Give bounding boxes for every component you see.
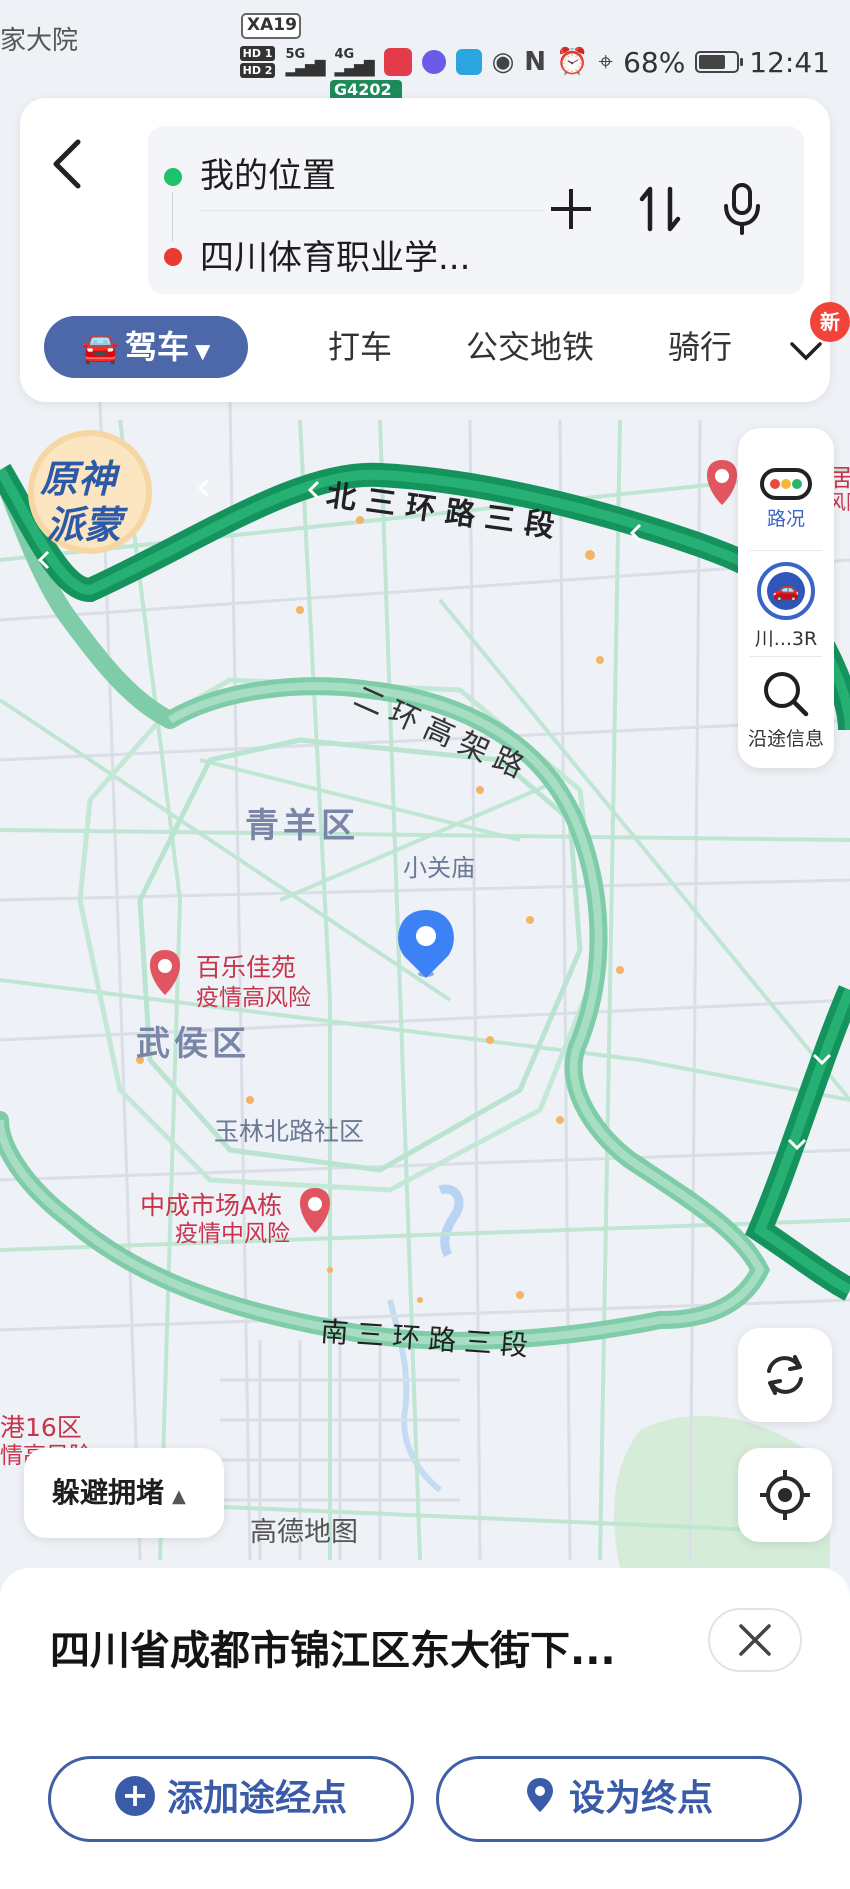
map-label-g4202: G4202 — [334, 80, 392, 99]
place-label-yulin: 玉林北路社区 — [214, 1117, 365, 1146]
add-stop-button[interactable] — [543, 176, 599, 242]
caret-up-icon: ▲ — [172, 1486, 186, 1507]
battery-percent: 68% — [623, 45, 686, 79]
swap-route-button[interactable] — [632, 176, 688, 242]
search-app-icon — [455, 49, 482, 75]
travel-mode-tabs: 🚘 驾车 ▼ 打车 公交地铁 骑行 新 — [44, 302, 850, 378]
location-icon: ⌖ — [598, 46, 614, 77]
alarm-icon: ⏰ — [556, 47, 589, 77]
traffic-toggle[interactable]: 路况 — [738, 456, 834, 531]
plate-label: 川...3R — [754, 628, 818, 650]
my-location-button[interactable] — [738, 1448, 832, 1542]
voice-input-button[interactable] — [714, 176, 770, 242]
tab-drive-label: 驾车 — [124, 328, 189, 366]
close-icon — [739, 1624, 771, 1656]
set-destination-label: 设为终点 — [568, 1778, 713, 1819]
signal-bars-1-icon: ▂▄▆█ — [285, 60, 325, 77]
map-watermark: 高德地图 — [250, 1517, 358, 1548]
add-waypoint-label: 添加途经点 — [166, 1778, 347, 1819]
along-route-button[interactable]: 沿途信息 — [738, 664, 834, 751]
clock: 12:41 — [749, 45, 830, 79]
close-sheet-button[interactable] — [708, 1608, 802, 1672]
car-icon: 🚘 — [81, 331, 119, 366]
map-label-xa19: XA19 — [247, 15, 297, 35]
signal-strength-1: 5G ▂▄▆█ — [285, 46, 325, 77]
app-notification-icon — [383, 48, 412, 76]
place-label-xiaoguanmiao: 小关庙 — [403, 854, 475, 882]
avoid-congestion-label: 躲避拥堵 — [52, 1476, 165, 1509]
signal-strength-2: 4G ▂▄▆█ — [334, 46, 375, 77]
swap-icon — [639, 186, 681, 232]
traffic-label: 路况 — [766, 508, 805, 530]
gen-2-label: 4G — [334, 46, 355, 62]
nfc-icon: N — [524, 47, 547, 77]
poi-risk-zhongcheng: 疫情中风险 — [175, 1221, 290, 1247]
vehicle-avatar: 🚗 — [757, 562, 815, 620]
selected-address: 四川省成都市锦江区东大街下... — [50, 1628, 616, 1674]
plus-circle-icon: + — [114, 1776, 155, 1816]
panel-divider-2 — [750, 656, 822, 657]
caret-down-icon: ▼ — [194, 339, 211, 363]
tab-drive[interactable]: 🚘 驾车 ▼ — [44, 316, 248, 378]
network-1-badge: HD 1 — [239, 46, 276, 61]
destination-sheet: 四川省成都市锦江区东大街下... + 添加途经点 设为终点 — [0, 1568, 850, 1889]
chevron-down-icon — [790, 342, 822, 361]
music-app-icon — [421, 50, 446, 74]
route-connector — [172, 192, 173, 242]
set-destination-button[interactable]: 设为终点 — [436, 1756, 802, 1842]
destination-dot-icon — [164, 248, 182, 266]
add-waypoint-button[interactable]: + 添加途经点 — [48, 1756, 414, 1842]
microphone-icon — [724, 183, 760, 235]
back-button[interactable] — [48, 136, 98, 206]
panel-divider-1 — [750, 550, 822, 551]
route-planner-card: 我的位置 四川体育职业学... 🚘 驾车 ▼ 打车 公交地铁 骑行 新 — [20, 98, 850, 402]
battery-icon — [695, 51, 744, 73]
refresh-icon — [767, 1355, 803, 1395]
eye-icon: ◉ — [491, 47, 515, 77]
refresh-route-button[interactable] — [738, 1328, 832, 1422]
tab-taxi[interactable]: 打车 — [328, 316, 392, 378]
tab-transit[interactable]: 公交地铁 — [466, 316, 594, 378]
new-badge: 新 — [810, 302, 850, 342]
destination-input[interactable]: 四川体育职业学... — [200, 230, 470, 279]
route-input-box: 我的位置 四川体育职业学... — [148, 126, 804, 294]
map-tools-panel: 路况 🚗 川...3R 沿途信息 — [738, 428, 834, 768]
input-divider — [200, 210, 544, 211]
genshin-label-2[interactable]: 派蒙 — [46, 494, 122, 549]
traffic-light-icon — [760, 468, 812, 500]
chevron-left-icon — [53, 139, 81, 189]
district-label-wuhou: 武侯区 — [136, 1024, 250, 1064]
origin-dot-icon — [164, 168, 182, 186]
origin-input[interactable]: 我的位置 — [200, 148, 336, 197]
locate-icon — [760, 1470, 810, 1520]
avoid-congestion-button[interactable]: 躲避拥堵 ▲ — [24, 1448, 224, 1538]
status-bar: HD 1 HD 2 5G ▂▄▆█ 4G ▂▄▆█ ◉ N ⏰ ⌖ 68% 12… — [239, 44, 830, 80]
search-icon — [764, 672, 809, 717]
map-label-top-left: 家大院 — [0, 26, 79, 56]
vehicle-plate-button[interactable]: 🚗 川...3R — [738, 556, 834, 651]
battery-fill — [699, 55, 726, 69]
along-route-label: 沿途信息 — [747, 728, 824, 750]
district-label-qingyang: 青羊区 — [245, 806, 359, 846]
signal-group: HD 1 HD 2 — [239, 46, 276, 78]
gen-1-label: 5G — [285, 46, 306, 62]
tab-bike[interactable]: 骑行 — [668, 316, 732, 378]
signal-bars-2-icon: ▂▄▆█ — [334, 60, 375, 77]
car-front-icon: 🚗 — [767, 572, 805, 610]
network-2-badge: HD 2 — [239, 63, 276, 78]
pin-icon — [526, 1778, 553, 1812]
poi-risk-bailejia: 疫情高风险 — [196, 985, 311, 1011]
plus-icon — [551, 189, 591, 229]
